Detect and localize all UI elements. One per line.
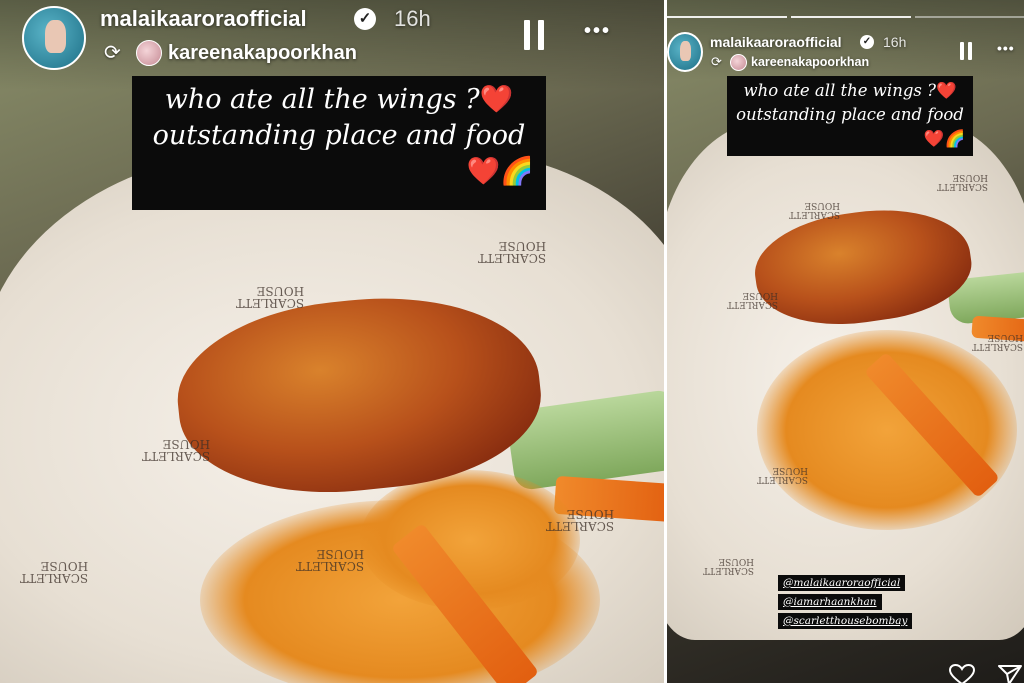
heart-outline-icon[interactable] <box>948 664 976 683</box>
paper-print: SCARLETT HOUSE <box>703 556 755 575</box>
more-icon[interactable]: ••• <box>997 40 1015 56</box>
repost-icon: ⟳ <box>104 42 121 64</box>
story-username[interactable]: malaikaaroraofficial <box>100 6 307 32</box>
avatar[interactable] <box>667 32 703 72</box>
story-time: 16h <box>394 6 431 31</box>
heart-emoji: ❤️ <box>935 81 957 100</box>
paper-print: SCARLETT HOUSE <box>142 437 211 463</box>
caption-emojis: ❤️🌈 <box>466 156 534 187</box>
story-progress-segment <box>667 16 787 18</box>
reposter-username[interactable]: kareenakapoorkhan <box>168 42 357 65</box>
paper-print: SCARLETT HOUSE <box>972 332 1024 351</box>
avatar[interactable] <box>22 6 86 70</box>
pause-icon[interactable] <box>524 20 544 50</box>
paper-print: SCARLETT HOUSE <box>757 465 809 484</box>
paper-print: SCARLETT HOUSE <box>296 547 365 573</box>
more-icon[interactable]: ••• <box>584 20 611 43</box>
left-story-panel[interactable]: SCARLETT HOUSE SCARLETT HOUSE SCARLETT H… <box>0 0 664 683</box>
mention-tag[interactable]: @scarletthousebombay <box>778 613 913 629</box>
send-icon[interactable] <box>997 664 1023 683</box>
story-progress-segment <box>791 16 911 18</box>
repost-icon: ⟳ <box>711 54 722 69</box>
story-username[interactable]: malaikaaroraofficial <box>710 34 842 50</box>
pause-icon[interactable] <box>960 42 972 60</box>
caption-line-1: who ate all the wings ? <box>164 84 480 115</box>
paper-print: SCARLETT HOUSE <box>478 239 547 265</box>
story-time: 16h <box>883 34 907 50</box>
paper-print: SCARLETT HOUSE <box>20 559 89 585</box>
paper-print: SCARLETT HOUSE <box>236 284 305 310</box>
reposter-avatar[interactable] <box>136 40 162 66</box>
story-caption: who ate all the wings ?❤️ outstanding pl… <box>132 76 546 210</box>
caption-line-1: who ate all the wings ? <box>743 81 936 100</box>
reposter-username[interactable]: kareenakapoorkhan <box>751 55 869 69</box>
paper-print: SCARLETT HOUSE <box>789 200 841 219</box>
caption-line-2: outstanding place and food <box>152 120 526 151</box>
reposter-avatar[interactable] <box>730 54 747 71</box>
right-story-panel[interactable]: SCARLETT HOUSE SCARLETT HOUSE SCARLETT H… <box>667 0 1024 683</box>
verified-badge-icon: ✓ <box>860 35 874 49</box>
paper-print: SCARLETT HOUSE <box>727 290 779 309</box>
mention-tag[interactable]: @malaikaaroraofficial <box>778 575 906 591</box>
paper-print: SCARLETT HOUSE <box>546 507 615 533</box>
story-caption: who ate all the wings ?❤️ outstanding pl… <box>727 76 973 156</box>
heart-emoji: ❤️ <box>479 84 514 115</box>
mention-tag[interactable]: @iamarhaankhan <box>778 594 882 610</box>
caption-emojis: ❤️🌈 <box>923 129 965 148</box>
verified-badge-icon: ✓ <box>354 8 376 30</box>
paper-print: SCARLETT HOUSE <box>937 172 989 191</box>
story-progress-segment <box>915 16 1024 18</box>
caption-line-2: outstanding place and food <box>736 105 964 124</box>
